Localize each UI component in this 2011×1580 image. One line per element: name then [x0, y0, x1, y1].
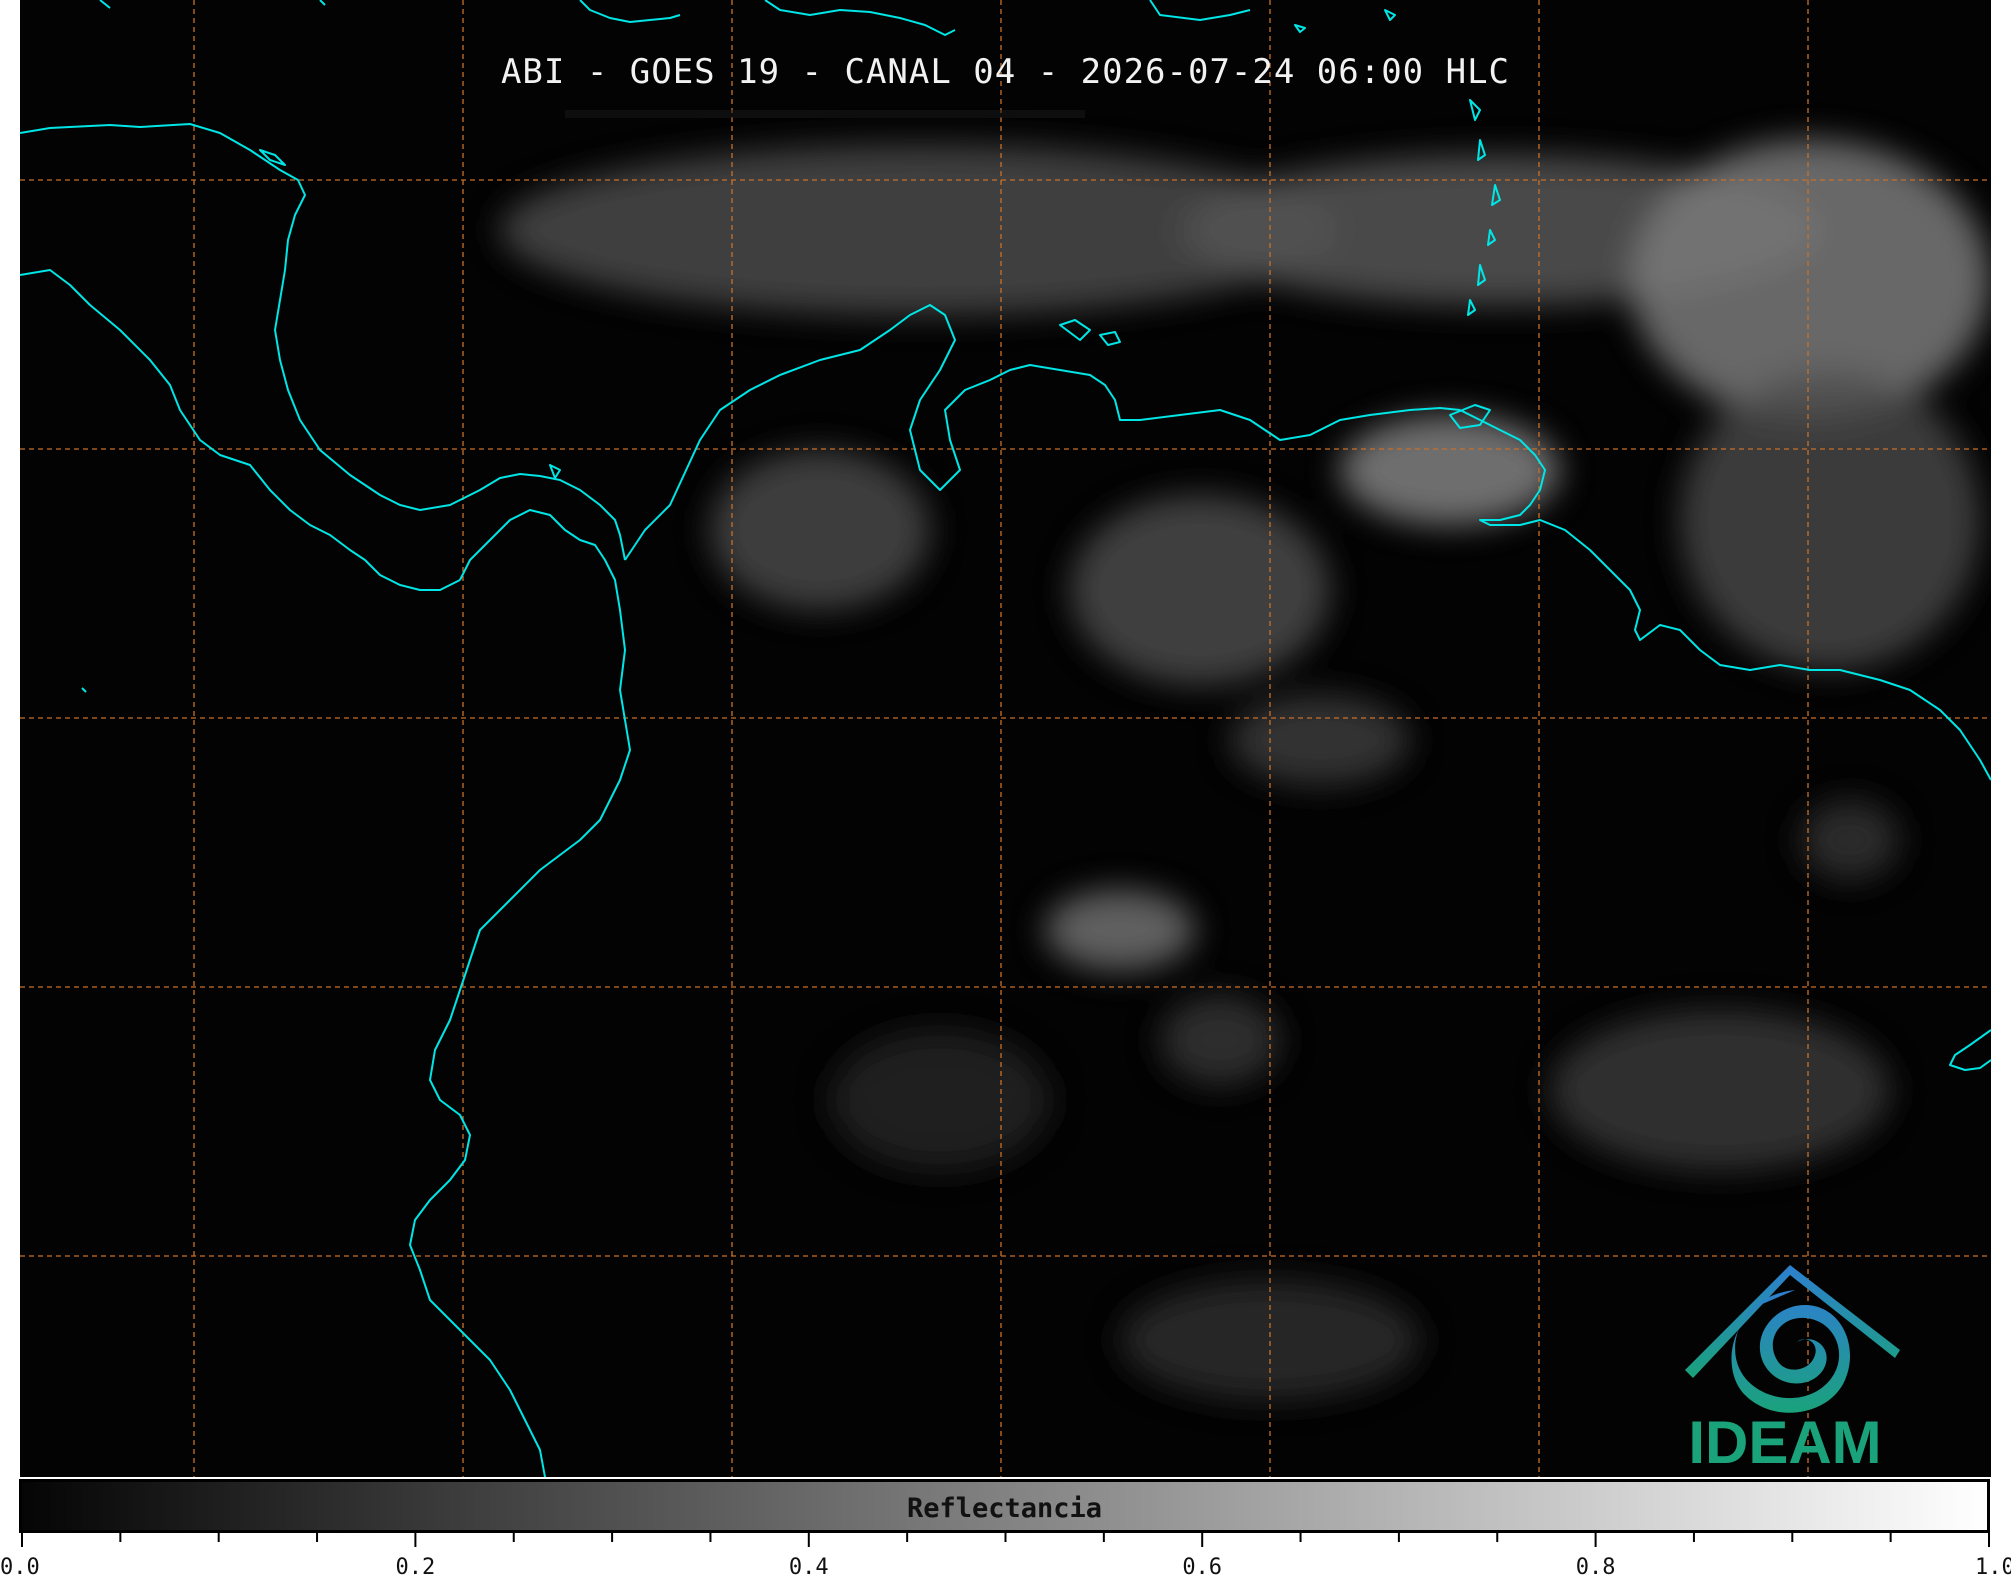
cloud-cluster-southeast: [1550, 1010, 1890, 1170]
colorbar-tick-label: 0.2: [395, 1555, 436, 1580]
cloud-cluster-central: [1070, 495, 1330, 685]
map-title: ABI - GOES 19 - CANAL 04 - 2026-07-24 06…: [500, 52, 1511, 92]
colorbar-tick-label: 0.4: [788, 1555, 829, 1580]
coastline-cuba: [579, 0, 681, 23]
colorbar-tick-label: 0.6: [1182, 1555, 1223, 1580]
title-shadow: [565, 110, 1085, 118]
colorbar: Reflectancia: [19, 1479, 1990, 1533]
island-small-bahamas: [1294, 9, 1396, 33]
colorbar-ticks: 0.0 0.2 0.4 0.6 0.8 1.0: [0, 1533, 2011, 1580]
island-bocas: [549, 464, 561, 479]
coastline-yucatan-to-honduras: [20, 269, 461, 591]
cloud-cluster-middle: [1230, 695, 1410, 785]
coastline-jamaica: [319, 0, 326, 6]
coastline-panama-south: [409, 509, 631, 1477]
island-galapagos-malpelo: [81, 687, 87, 693]
ideam-logo: IDEAM: [1660, 1250, 1910, 1476]
satellite-map: ABI - GOES 19 - CANAL 04 - 2026-07-24 06…: [20, 0, 1991, 1477]
cloud-cluster-sw: [830, 1030, 1050, 1170]
coastline-guiana: [1949, 1029, 1991, 1071]
cloud-mass-east-lower: [1680, 370, 1980, 670]
island-aruba-curacao: [1059, 319, 1121, 346]
cloud-cluster-north-colombia: [710, 450, 930, 610]
colorbar-tick-label: 1.0: [1975, 1555, 2011, 1580]
logo-text: IDEAM: [1688, 1409, 1882, 1476]
coastline-puerto-rico: [1149, 0, 1251, 21]
cloud-cluster-south: [1045, 890, 1195, 970]
colorbar-tick-marks: [21, 1533, 1990, 1547]
coastline-central-america: [20, 123, 626, 561]
cloud-cluster-south-2: [1160, 995, 1280, 1085]
colorbar-tick-label: 0.0: [0, 1555, 40, 1580]
coastline-hispaniola: [764, 0, 956, 36]
colorbar-tick-label: 0.8: [1575, 1555, 1616, 1580]
colorbar-label: Reflectancia: [906, 1493, 1103, 1524]
cloud-cluster-far-east: [1800, 800, 1900, 880]
cloud-layer: [500, 140, 1990, 1400]
